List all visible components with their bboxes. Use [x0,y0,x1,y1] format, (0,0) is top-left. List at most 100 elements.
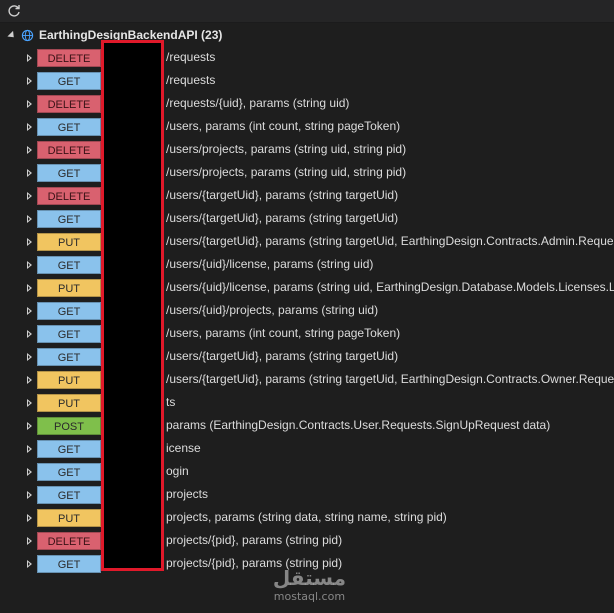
refresh-icon[interactable] [6,3,22,19]
expand-arrow-icon[interactable] [27,536,32,545]
expand-arrow-icon[interactable] [27,53,32,62]
endpoint-path: /users/projects, params (string uid, str… [166,165,407,179]
http-method-badge: DELETE [37,186,101,205]
http-method-badge: GET [37,209,101,228]
endpoint-row[interactable]: GET/users/{targetUid}, params (string ta… [0,207,614,230]
expand-arrow-icon[interactable] [27,191,32,200]
watermark-logo: مستقل [272,566,346,590]
endpoint-path: /users/{targetUid}, params (string targe… [166,188,399,202]
http-method-badge: DELETE [37,48,101,67]
http-method-badge: GET [37,347,101,366]
expand-arrow-icon[interactable] [27,76,32,85]
redaction-box [101,40,164,571]
expand-arrow-icon[interactable] [27,467,32,476]
endpoint-path: /users/{targetUid}, params (string targe… [166,234,614,248]
endpoint-row[interactable]: PUT projects, params (string data, string… [0,506,614,529]
http-method-badge: GET [37,301,101,320]
http-method-badge: POST [37,416,101,435]
endpoint-path: icense [166,441,201,455]
expand-arrow-icon[interactable] [27,99,32,108]
expand-arrow-icon[interactable] [27,145,32,154]
endpoint-row[interactable]: PUT/users/{uid}/license, params (string … [0,276,614,299]
endpoint-path: /users, params (int count, string pageTo… [166,119,401,133]
http-method-badge: PUT [37,232,101,251]
http-method-badge: DELETE [37,94,101,113]
endpoint-path: params (EarthingDesign.Contracts.User.Re… [166,418,551,432]
watermark-url: mostaql.com [273,590,346,603]
expand-arrow-icon[interactable] [27,444,32,453]
watermark: مستقل mostaql.com [273,566,346,603]
endpoint-path: /users/{targetUid}, params (string targe… [166,372,614,386]
http-method-badge: PUT [37,278,101,297]
endpoint-path: projects [166,487,209,501]
http-method-badge: GET [37,462,101,481]
endpoint-path: /users/{targetUid}, params (string targe… [166,349,399,363]
endpoint-row[interactable]: GET/users/{targetUid}, params (string ta… [0,345,614,368]
expand-arrow-icon[interactable] [27,490,32,499]
endpoint-path: /users/{uid}/license, params (string uid… [166,257,374,271]
endpoint-path: /users/{targetUid}, params (string targe… [166,211,399,225]
endpoint-row[interactable]: DELETE/requests [0,46,614,69]
endpoint-path: /users/{uid}/projects, params (string ui… [166,303,379,317]
endpoint-row[interactable]: PUT/users/{targetUid}, params (string ta… [0,368,614,391]
http-method-badge: GET [37,71,101,90]
endpoint-row[interactable]: GET/users/{uid}/license, params (string … [0,253,614,276]
endpoint-row[interactable]: DELETE projects/{pid}, params (string pid… [0,529,614,552]
endpoint-row[interactable]: GET/users/projects, params (string uid, … [0,161,614,184]
expand-arrow-icon[interactable] [27,283,32,292]
collapse-arrow-icon[interactable] [7,30,17,40]
expand-arrow-icon[interactable] [27,329,32,338]
expand-arrow-icon[interactable] [27,260,32,269]
endpoint-path: /requests/{uid}, params (string uid) [166,96,350,110]
expand-arrow-icon[interactable] [27,352,32,361]
expand-arrow-icon[interactable] [27,306,32,315]
endpoint-row[interactable]: GET/users, params (int count, string pag… [0,115,614,138]
endpoint-row[interactable]: GET icense [0,437,614,460]
endpoint-path: /requests [166,50,216,64]
endpoint-row[interactable]: GET/users/{uid}/projects, params (string… [0,299,614,322]
endpoint-tree: EarthingDesignBackendAPI (23) DELETE/req… [0,24,614,575]
endpoint-row[interactable]: DELETE/users/{targetUid}, params (string… [0,184,614,207]
endpoint-path: ts [166,395,176,409]
endpoint-path: projects/{pid}, params (string pid) [166,533,343,547]
http-method-badge: GET [37,554,101,573]
root-node[interactable]: EarthingDesignBackendAPI (23) [0,24,614,46]
endpoint-row[interactable]: GET/users, params (int count, string pag… [0,322,614,345]
endpoint-path: /users, params (int count, string pageTo… [166,326,401,340]
expand-arrow-icon[interactable] [27,122,32,131]
http-method-badge: GET [37,324,101,343]
http-method-badge: PUT [37,508,101,527]
endpoint-path: projects, params (string data, string na… [166,510,447,524]
http-method-badge: GET [37,117,101,136]
expand-arrow-icon[interactable] [27,168,32,177]
endpoint-row[interactable]: GET/requests [0,69,614,92]
http-method-badge: GET [37,439,101,458]
http-method-badge: GET [37,255,101,274]
http-method-badge: PUT [37,393,101,412]
endpoint-row[interactable]: DELETE/requests/{uid}, params (string ui… [0,92,614,115]
expand-arrow-icon[interactable] [27,375,32,384]
endpoint-row[interactable]: PUT ts [0,391,614,414]
endpoint-row[interactable]: GET ogin [0,460,614,483]
endpoint-row[interactable]: PUT/users/{targetUid}, params (string ta… [0,230,614,253]
endpoint-row[interactable]: DELETE/users/projects, params (string ui… [0,138,614,161]
expand-arrow-icon[interactable] [27,214,32,223]
endpoint-path: /users/{uid}/license, params (string uid… [166,280,614,294]
toolbar [0,0,614,23]
endpoint-path: /users/projects, params (string uid, str… [166,142,407,156]
expand-arrow-icon[interactable] [27,559,32,568]
expand-arrow-icon[interactable] [27,513,32,522]
http-method-badge: DELETE [37,140,101,159]
endpoint-row[interactable]: GET projects [0,483,614,506]
http-method-badge: PUT [37,370,101,389]
expand-arrow-icon[interactable] [27,398,32,407]
expand-arrow-icon[interactable] [27,421,32,430]
http-method-badge: GET [37,163,101,182]
http-method-badge: DELETE [37,531,101,550]
endpoint-path: /requests [166,73,216,87]
expand-arrow-icon[interactable] [27,237,32,246]
http-method-badge: GET [37,485,101,504]
endpoint-path: ogin [166,464,189,478]
globe-icon [21,29,34,41]
endpoint-row[interactable]: POST params (EarthingDesign.Contracts.Use… [0,414,614,437]
